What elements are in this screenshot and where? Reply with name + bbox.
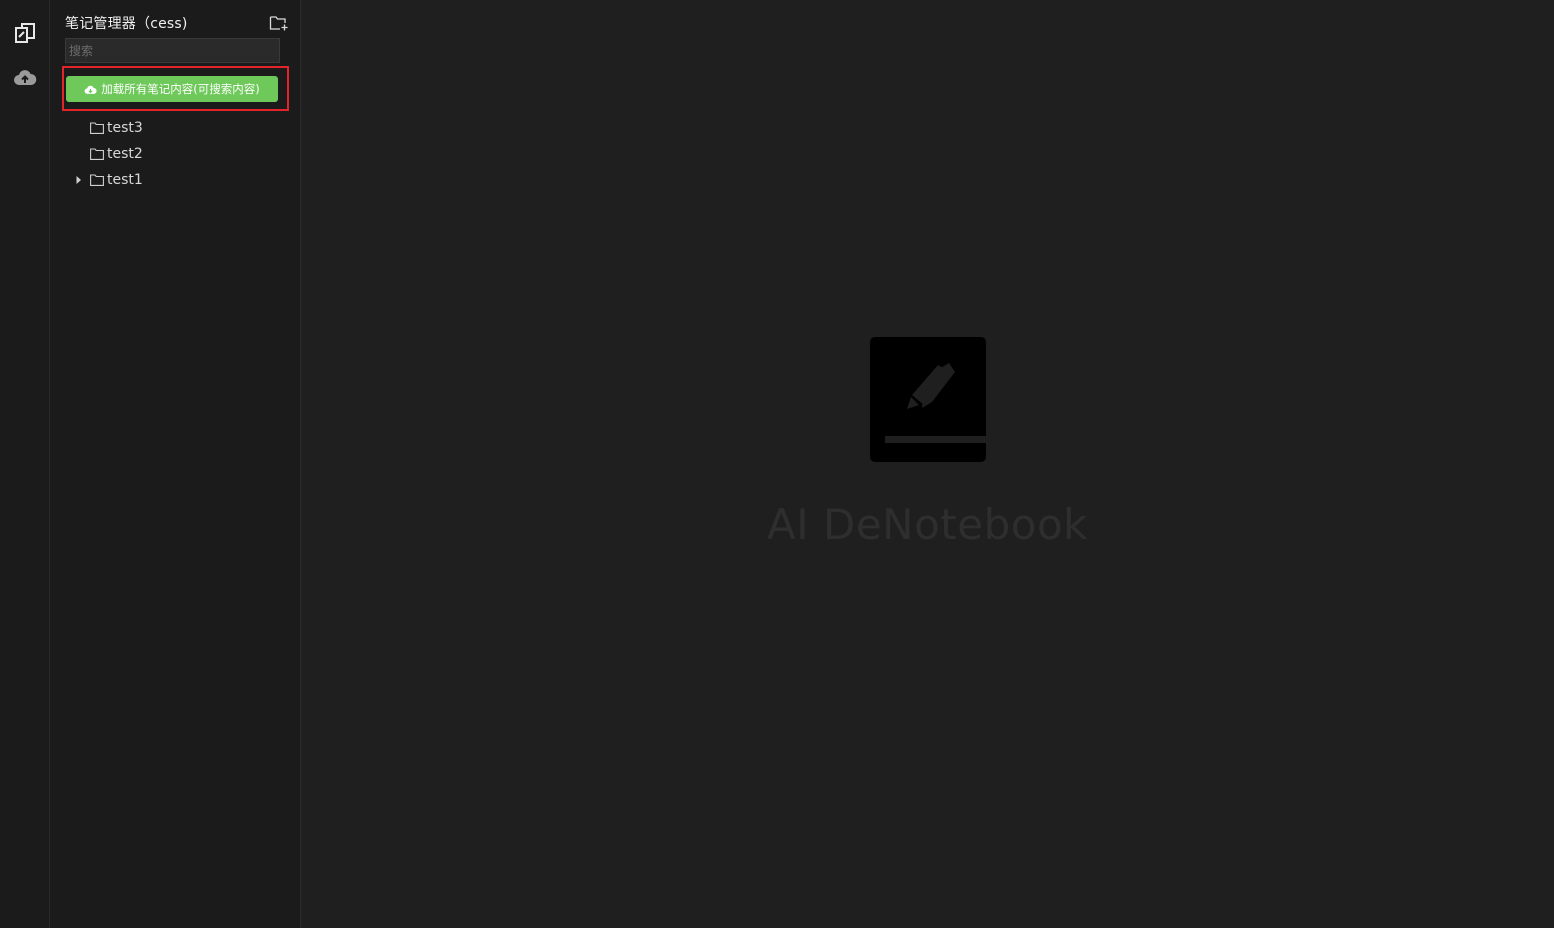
main-editor-area: AI DeNotebook [301,0,1554,928]
app-name: AI DeNotebook [767,500,1088,549]
cloud-download-icon [84,85,97,94]
note-manager-sidebar: 笔记管理器（cess) 加载所有笔记内容(可搜索内容) test3 [50,0,301,928]
new-folder-icon[interactable] [269,14,289,32]
note-folder-tree: test3 test2 test1 [50,115,300,193]
search-input[interactable] [65,38,280,63]
load-all-notes-label: 加载所有笔记内容(可搜索内容) [101,82,260,96]
folder-icon [90,148,104,160]
notes-copy-icon[interactable] [13,21,37,45]
notebook-edit-icon [870,337,987,462]
tree-item-label: test1 [107,172,143,188]
tree-item-test1[interactable]: test1 [50,167,300,193]
app-window: 笔记管理器（cess) 加载所有笔记内容(可搜索内容) test3 [0,0,1554,928]
tree-item-test3[interactable]: test3 [50,115,300,141]
sidebar-title: 笔记管理器（cess) [65,16,188,32]
tree-item-label: test3 [107,120,143,136]
cloud-upload-icon[interactable] [13,66,37,90]
activity-bar [0,0,50,928]
caret-right-icon[interactable] [75,175,83,185]
folder-icon [90,122,104,134]
folder-icon [90,174,104,186]
load-all-notes-button[interactable]: 加载所有笔记内容(可搜索内容) [66,76,278,102]
tree-item-test2[interactable]: test2 [50,141,300,167]
tree-item-label: test2 [107,146,143,162]
